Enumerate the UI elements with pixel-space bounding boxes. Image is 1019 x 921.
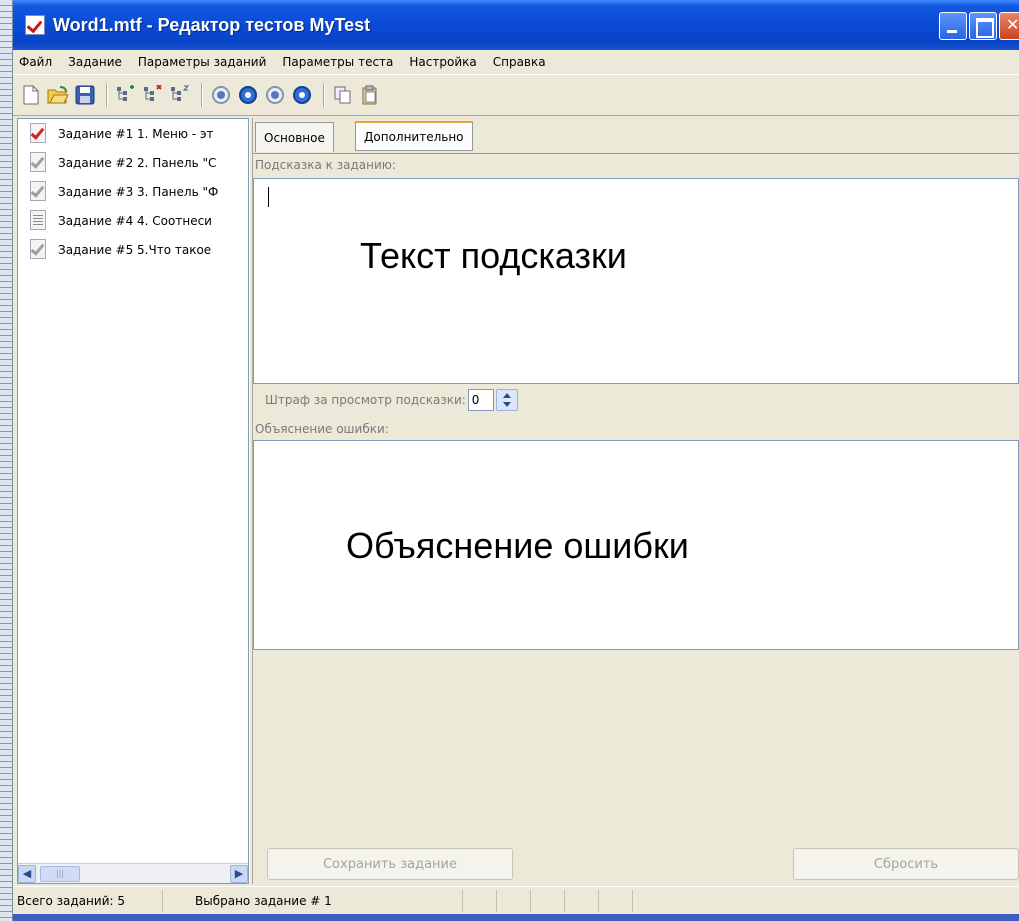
penalty-label: Штраф за просмотр подсказки: (265, 393, 466, 407)
tab-main[interactable]: Основное (255, 122, 334, 152)
task-editor-panel: Основное Дополнительно Подсказка к задан… (253, 118, 1019, 884)
status-cell-empty (599, 889, 633, 912)
menu-test-params[interactable]: Параметры теста (282, 55, 393, 69)
task-item[interactable]: Задание #1 1. Меню - эт (18, 119, 248, 148)
minimize-button[interactable] (939, 12, 967, 40)
task-label: Задание #3 3. Панель "Ф (58, 184, 219, 199)
taskbar-strip (13, 914, 1019, 921)
first-icon[interactable] (209, 83, 233, 107)
menu-task[interactable]: Задание (68, 55, 122, 69)
menu-task-params[interactable]: Параметры заданий (138, 55, 267, 69)
status-cell-empty (497, 889, 531, 912)
tab-strip: Основное Дополнительно (253, 118, 1019, 154)
save-icon[interactable] (73, 83, 97, 107)
explanation-overlay-text: Объяснение ошибки (346, 525, 689, 566)
up-icon[interactable] (263, 83, 287, 107)
scroll-right-icon[interactable]: ▶ (230, 864, 248, 883)
hint-overlay-text: Текст подсказки (360, 235, 627, 276)
task-label: Задание #4 4. Соотнеси (58, 213, 212, 228)
task-settings-icon[interactable] (168, 83, 192, 107)
open-folder-icon[interactable] (46, 83, 70, 107)
status-cell-empty (565, 889, 599, 912)
task-item[interactable]: Задание #2 2. Панель "С (18, 148, 248, 177)
menu-bar: Файл Задание Параметры заданий Параметры… (13, 50, 1019, 74)
task-check-icon (28, 180, 50, 204)
app-window: Word1.mtf - Редактор тестов MyTest Файл … (13, 0, 1019, 921)
toolbar-separator (201, 83, 203, 107)
title-bar: Word1.mtf - Редактор тестов MyTest (13, 0, 1019, 50)
task-check-icon (28, 238, 50, 262)
task-list-icon (28, 209, 50, 233)
document-ruler (0, 0, 13, 921)
horizontal-scrollbar[interactable]: ◀ ||| ▶ (18, 863, 248, 883)
task-label: Задание #2 2. Панель "С (58, 155, 217, 170)
explanation-textarea[interactable]: Объяснение ошибки (253, 440, 1019, 650)
help-icon[interactable] (290, 83, 314, 107)
status-selected: Выбрано задание # 1 (163, 889, 463, 912)
scroll-left-icon[interactable]: ◀ (18, 864, 36, 883)
task-item[interactable]: Задание #3 3. Панель "Ф (18, 177, 248, 206)
paste-icon[interactable] (358, 83, 382, 107)
down-icon[interactable] (236, 83, 260, 107)
close-button[interactable] (999, 12, 1019, 40)
toolbar-separator (323, 83, 325, 107)
hint-label: Подсказка к заданию: (255, 158, 396, 172)
menu-settings[interactable]: Настройка (409, 55, 476, 69)
task-list: Задание #1 1. Меню - эт Задание #2 2. Па… (17, 118, 249, 884)
add-task-icon[interactable] (114, 83, 138, 107)
app-check-icon (25, 15, 45, 35)
task-label: Задание #5 5.Что такое (58, 242, 212, 257)
scroll-thumb[interactable]: ||| (40, 865, 80, 882)
toolbar-separator (106, 83, 108, 107)
task-check-icon (28, 151, 50, 175)
status-cell-empty (463, 889, 497, 912)
checked-task-icon (28, 122, 50, 146)
menu-file[interactable]: Файл (19, 55, 52, 69)
tab-extra[interactable]: Дополнительно (355, 121, 473, 151)
penalty-input[interactable]: 0 (467, 389, 494, 411)
task-label: Задание #1 1. Меню - эт (58, 126, 214, 141)
status-bar: Всего заданий: 5 Выбрано задание # 1 (13, 886, 1019, 914)
reset-button[interactable]: Сбросить (793, 848, 1019, 880)
hint-textarea[interactable]: Текст подсказки (253, 178, 1019, 384)
task-item[interactable]: Задание #5 5.Что такое (18, 235, 248, 264)
task-item[interactable]: Задание #4 4. Соотнеси (18, 206, 248, 235)
copy-icon[interactable] (331, 83, 355, 107)
spinner-arrows-icon[interactable] (495, 389, 518, 411)
window-controls (939, 12, 1019, 40)
delete-task-icon[interactable] (141, 83, 165, 107)
status-total: Всего заданий: 5 (13, 889, 163, 912)
menu-help[interactable]: Справка (493, 55, 546, 69)
new-file-icon[interactable] (19, 83, 43, 107)
maximize-button[interactable] (969, 12, 997, 40)
text-caret (268, 187, 269, 207)
explanation-label: Объяснение ошибки: (255, 422, 389, 436)
toolbar (13, 74, 1019, 116)
penalty-stepper[interactable]: 0 (467, 389, 518, 411)
save-task-button[interactable]: Сохранить задание (267, 848, 513, 880)
penalty-row: Штраф за просмотр подсказки: 0 (253, 386, 1019, 414)
status-cell-empty (531, 889, 565, 912)
window-title: Word1.mtf - Редактор тестов MyTest (53, 14, 371, 35)
